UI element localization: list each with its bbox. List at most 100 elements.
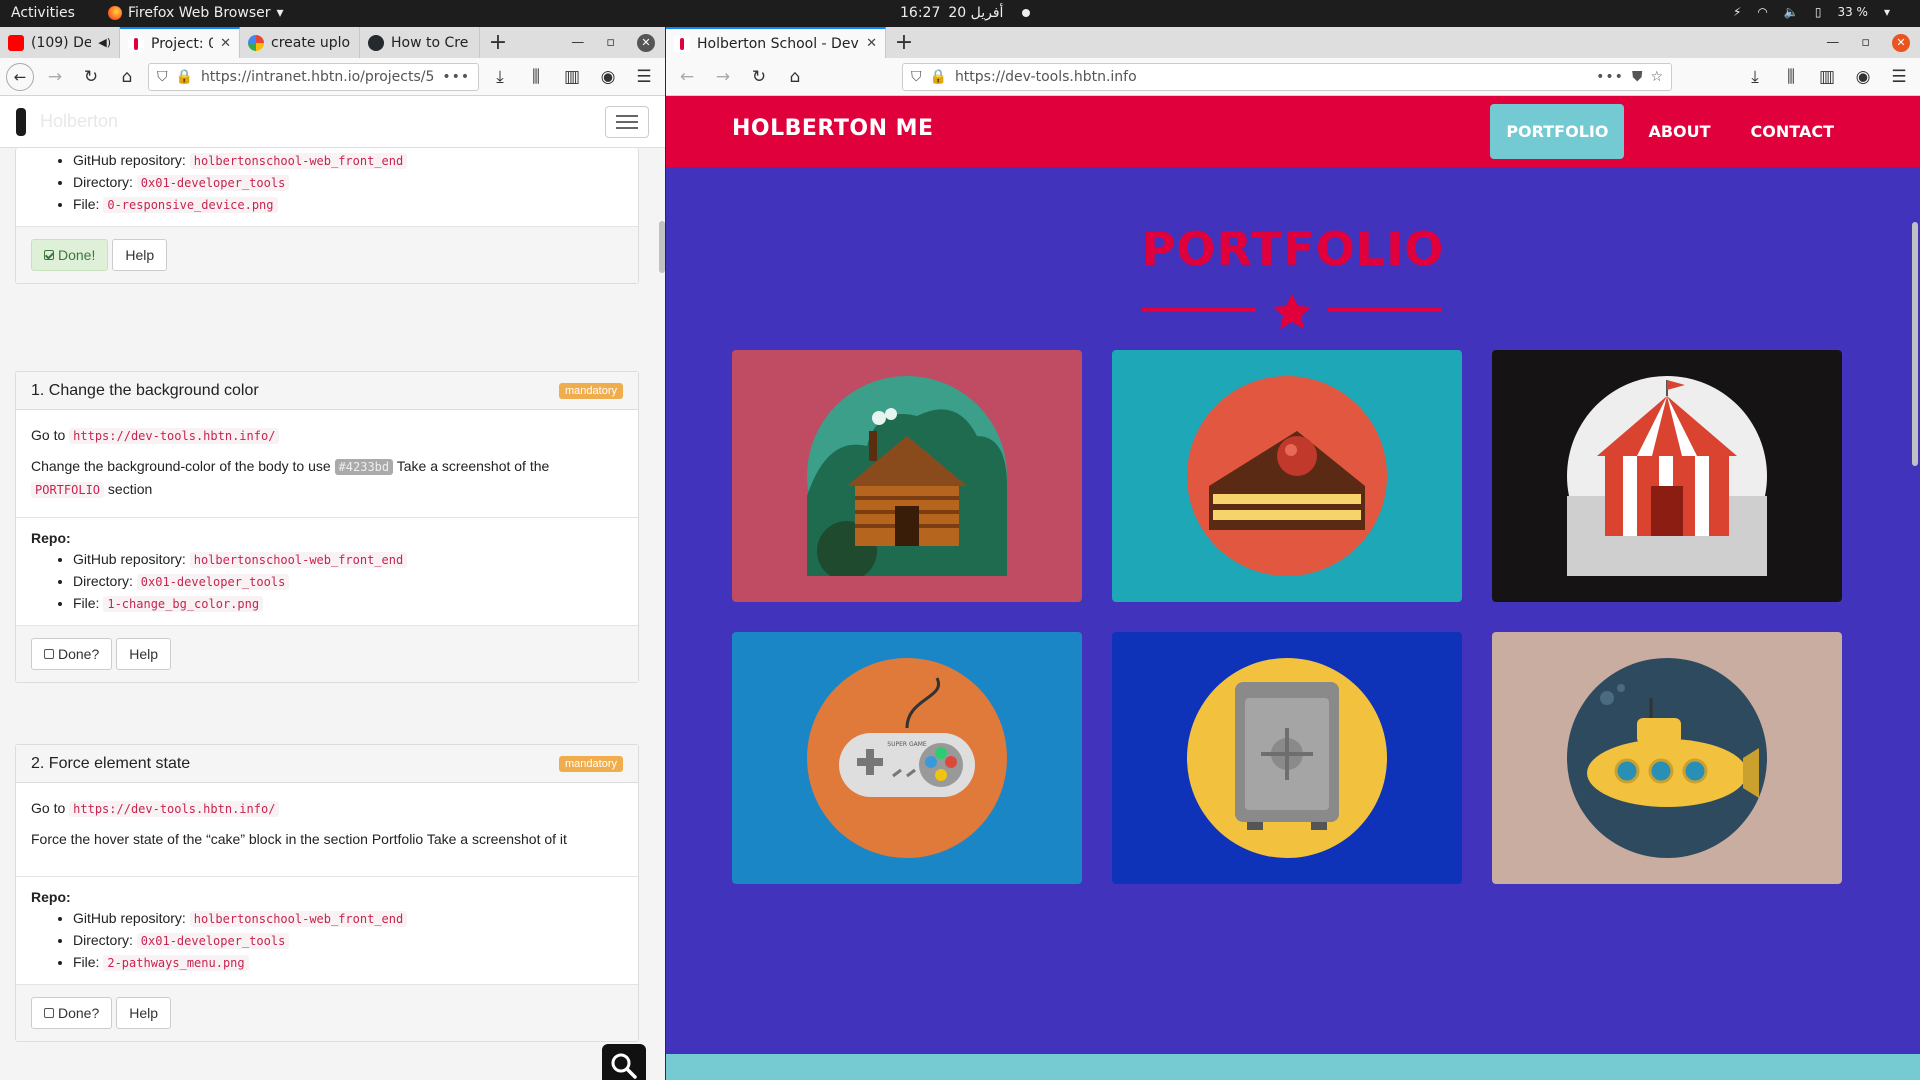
tab-google[interactable]: create uplo xyxy=(240,27,360,58)
site-menu: PORTFOLIO ABOUT CONTACT xyxy=(1490,104,1850,159)
game-controller-icon: SUPER GAME xyxy=(807,658,1007,858)
search-icon xyxy=(611,1053,637,1079)
bookmark-star-icon[interactable]: ☆ xyxy=(1650,69,1663,85)
portfolio-item-submarine[interactable] xyxy=(1492,632,1842,884)
scrollbar-thumb[interactable] xyxy=(659,221,665,273)
done-button[interactable]: Done? xyxy=(31,997,113,1029)
help-button[interactable]: Help xyxy=(112,239,168,271)
activities-button[interactable]: Activities xyxy=(11,5,75,21)
submarine-icon xyxy=(1567,658,1767,858)
repo-info: GitHub repository: holbertonschool-web_f… xyxy=(16,148,638,227)
right-browser-window: Holberton School - Deve ✕ + — ▫ ✕ ← → ↻ … xyxy=(666,27,1920,1080)
app-menu[interactable]: Firefox Web Browser ▾ xyxy=(108,5,284,21)
goto-url[interactable]: https://dev-tools.hbtn.info/ xyxy=(69,801,280,817)
repo-item: Directory: 0x01-developer_tools xyxy=(73,930,623,952)
minimize-icon[interactable]: — xyxy=(1826,35,1839,50)
hamburger-menu-button[interactable] xyxy=(605,106,649,138)
portfolio-item-cake[interactable] xyxy=(1112,350,1462,602)
task-actions: Done? Help xyxy=(16,626,638,682)
home-icon[interactable]: ⌂ xyxy=(112,67,142,87)
battery-icon: ▯ xyxy=(1814,5,1822,19)
task-card-0: GitHub repository: holbertonschool-web_f… xyxy=(15,148,639,284)
close-window-icon[interactable]: ✕ xyxy=(1892,33,1910,52)
done-button[interactable]: Done! xyxy=(31,239,109,271)
repo-item: File: 2-pathways_menu.png xyxy=(73,952,623,974)
battery-percent: 33 % xyxy=(1837,5,1868,19)
tab-strip: Holberton School - Deve ✕ + — ▫ ✕ xyxy=(666,27,1920,58)
task-card-2: 2. Force element state mandatory Go to h… xyxy=(15,744,639,1042)
download-icon[interactable]: ⤓ xyxy=(1740,67,1770,87)
page-actions-icon[interactable]: ••• xyxy=(1596,69,1624,85)
close-tab-icon[interactable]: ✕ xyxy=(866,36,877,51)
tab-holberton-devtools[interactable]: Holberton School - Deve ✕ xyxy=(666,27,886,58)
url-bar[interactable]: ⛉ 🔒 https://intranet.hbtn.io/projects/5 … xyxy=(148,62,479,91)
portfolio-item-cabin[interactable] xyxy=(732,350,1082,602)
page-actions-icon[interactable]: ••• xyxy=(442,69,470,85)
goto-url[interactable]: https://dev-tools.hbtn.info/ xyxy=(69,428,280,444)
clock[interactable]: 16:27 20 أفريل xyxy=(900,5,1003,21)
maximize-icon[interactable]: ▫ xyxy=(1861,35,1870,50)
clock-time: 16:27 xyxy=(900,5,941,21)
account-icon[interactable]: ◉ xyxy=(593,67,623,87)
forward-icon[interactable]: → xyxy=(708,67,738,87)
library-icon[interactable]: ⫼ xyxy=(521,67,551,87)
download-icon[interactable]: ⤓ xyxy=(485,67,515,87)
pocket-icon[interactable]: ⛊ xyxy=(1632,69,1643,85)
tab-project[interactable]: Project: 0 ✕ xyxy=(120,27,240,58)
new-tab-button[interactable]: + xyxy=(886,27,922,58)
task-header: 2. Force element state mandatory xyxy=(16,745,638,783)
menu-icon[interactable]: ☰ xyxy=(1884,67,1914,87)
circus-tent-icon xyxy=(1567,376,1767,576)
navigation-toolbar: ← → ↻ ⌂ ⛉ 🔒 https://dev-tools.hbtn.info … xyxy=(666,58,1920,96)
nav-about[interactable]: ABOUT xyxy=(1632,104,1726,159)
volume-icon: 🔈 xyxy=(1783,5,1799,19)
next-section-strip xyxy=(666,1054,1920,1080)
nav-portfolio[interactable]: PORTFOLIO xyxy=(1490,104,1625,159)
done-button[interactable]: Done? xyxy=(31,638,113,670)
search-button[interactable] xyxy=(602,1044,646,1080)
sidebar-icon[interactable]: ▥ xyxy=(1812,67,1842,87)
caret-down-icon: ▾ xyxy=(276,5,284,21)
new-tab-button[interactable]: + xyxy=(480,27,516,58)
checkbox-icon xyxy=(44,1008,54,1018)
home-icon[interactable]: ⌂ xyxy=(780,67,810,87)
reload-icon[interactable]: ↻ xyxy=(744,67,774,87)
library-icon[interactable]: ⫼ xyxy=(1776,67,1806,87)
system-tray[interactable]: ⚡ ◠ 🔈 ▯ 33 % ▾ xyxy=(1733,5,1890,19)
help-button[interactable]: Help xyxy=(116,997,172,1029)
task-description: Go to https://dev-tools.hbtn.info/ Chang… xyxy=(16,410,638,518)
url-bar[interactable]: ⛉ 🔒 https://dev-tools.hbtn.info ••• ⛊ ☆ xyxy=(902,62,1672,91)
back-icon[interactable]: ← xyxy=(672,67,702,87)
holberton-logo-icon[interactable] xyxy=(16,107,26,136)
maximize-icon[interactable]: ▫ xyxy=(606,35,615,50)
back-icon[interactable]: ← xyxy=(6,62,34,91)
network-icon: ⚡ xyxy=(1732,5,1742,19)
repo-info: Repo: GitHub repository: holbertonschool… xyxy=(16,518,638,626)
portfolio-item-game-controller[interactable]: SUPER GAME xyxy=(732,632,1082,884)
scrollbar-thumb[interactable] xyxy=(1912,222,1918,466)
repo-item: GitHub repository: holbertonschool-web_f… xyxy=(73,908,623,930)
account-icon[interactable]: ◉ xyxy=(1848,67,1878,87)
close-tab-icon[interactable]: ✕ xyxy=(220,36,231,51)
repo-item: Directory: 0x01-developer_tools xyxy=(73,571,623,593)
menu-icon[interactable]: ☰ xyxy=(629,67,659,87)
sidebar-icon[interactable]: ▥ xyxy=(557,67,587,87)
nav-contact[interactable]: CONTACT xyxy=(1735,104,1850,159)
tab-github[interactable]: How to Cre xyxy=(360,27,480,58)
repo-item: File: 1-change_bg_color.png xyxy=(73,593,623,615)
intranet-header: Holberton xyxy=(0,96,665,148)
lock-icon: 🔒 xyxy=(929,68,947,85)
tab-youtube[interactable]: (109) Dee ◀) xyxy=(0,27,120,58)
reload-icon[interactable]: ↻ xyxy=(76,67,106,87)
close-window-icon[interactable]: ✕ xyxy=(637,33,655,52)
portfolio-item-safe[interactable] xyxy=(1112,632,1462,884)
forward-icon[interactable]: → xyxy=(40,67,70,87)
repo-item: GitHub repository: holbertonschool-web_f… xyxy=(73,150,623,172)
help-button[interactable]: Help xyxy=(116,638,172,670)
firefox-icon xyxy=(108,6,122,20)
repo-info: Repo: GitHub repository: holbertonschool… xyxy=(16,877,638,985)
portfolio-item-circus-tent[interactable] xyxy=(1492,350,1842,602)
minimize-icon[interactable]: — xyxy=(571,35,584,50)
site-brand[interactable]: HOLBERTON ME xyxy=(732,116,934,141)
google-icon xyxy=(248,34,264,51)
